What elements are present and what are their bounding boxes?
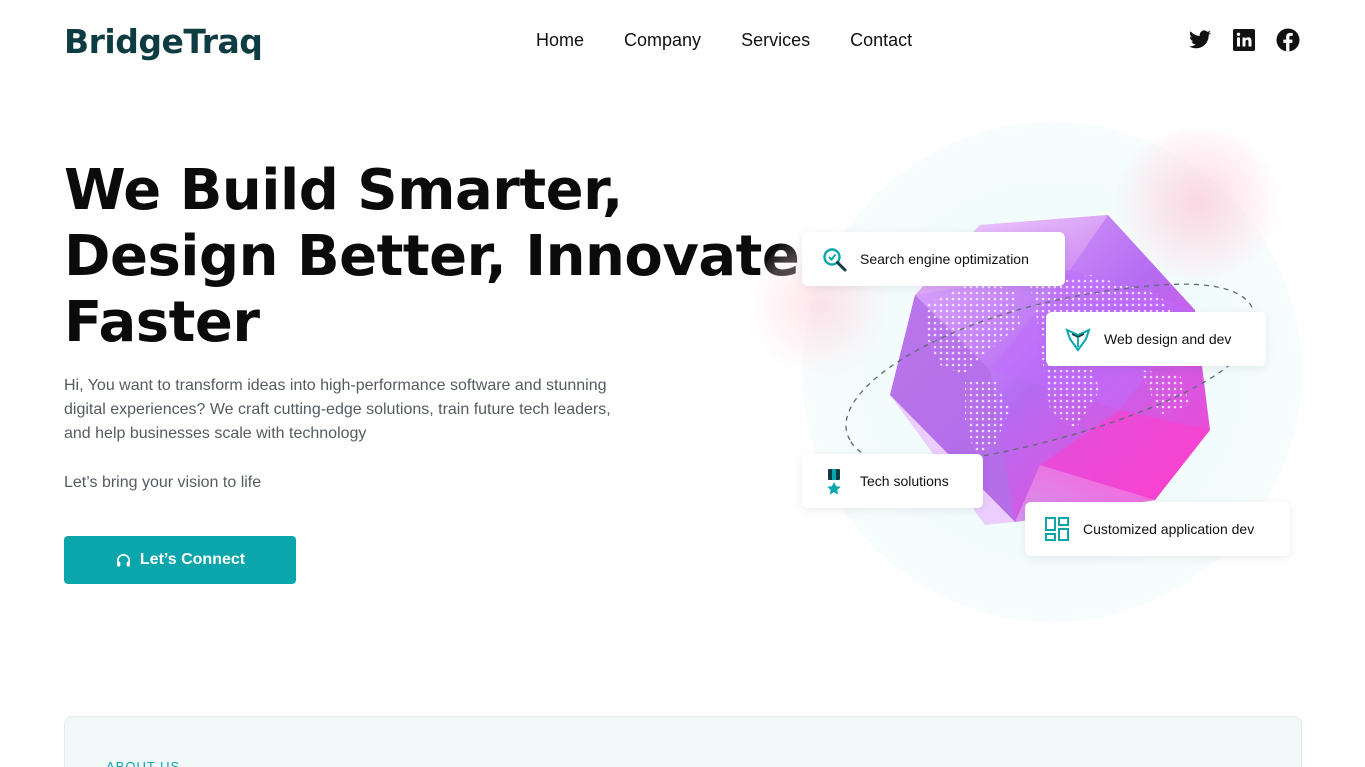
nav-contact[interactable]: Contact bbox=[850, 30, 912, 51]
hero-title: We Build Smarter, Design Better, Innovat… bbox=[64, 158, 800, 356]
service-card-custom-apps: Customized application dev bbox=[1025, 502, 1290, 556]
hero-title-line-2: Design Better, Innovate bbox=[64, 224, 800, 289]
cta-label: Let’s Connect bbox=[139, 551, 246, 568]
nav-home[interactable]: Home bbox=[536, 30, 584, 51]
nav-company[interactable]: Company bbox=[624, 30, 701, 51]
nav-services[interactable]: Services bbox=[741, 30, 810, 51]
service-card-web-design: Web design and dev bbox=[1046, 312, 1266, 366]
about-section: ABOUT US bbox=[64, 716, 1302, 767]
service-card-tech-solutions: Tech solutions bbox=[802, 454, 983, 508]
main-nav: Home Company Services Contact bbox=[536, 30, 912, 51]
hero-illustration bbox=[740, 110, 1340, 650]
web-design-icon bbox=[1065, 328, 1091, 352]
service-label-tech-solutions: Tech solutions bbox=[860, 473, 949, 489]
service-label-web-design: Web design and dev bbox=[1104, 331, 1232, 347]
service-label-custom-apps: Customized application dev bbox=[1083, 521, 1255, 537]
hero-description: Hi, You want to transform ideas into hig… bbox=[64, 377, 611, 442]
seo-magnifier-icon bbox=[823, 248, 847, 272]
hero-title-line-3: Faster bbox=[64, 290, 260, 355]
lets-connect-button[interactable]: Let’s Connect bbox=[64, 536, 296, 584]
facebook-icon[interactable] bbox=[1276, 28, 1300, 52]
service-label-seo: Search engine optimization bbox=[860, 251, 1029, 267]
service-card-seo: Search engine optimization bbox=[802, 232, 1065, 286]
social-links bbox=[1188, 28, 1300, 52]
twitter-icon[interactable] bbox=[1188, 28, 1212, 52]
hero-title-line-1: We Build Smarter, bbox=[64, 158, 623, 223]
linkedin-icon[interactable] bbox=[1232, 28, 1256, 52]
hero-subtext: Let’s bring your vision to life bbox=[64, 474, 262, 491]
about-label: ABOUT US bbox=[106, 759, 181, 767]
headphones-icon bbox=[116, 553, 130, 567]
crystal-globe-graphic bbox=[845, 215, 1256, 525]
grid-layout-icon bbox=[1045, 517, 1069, 541]
site-header: BridgeTraq Home Company Services Contact bbox=[0, 0, 1365, 84]
medal-icon bbox=[827, 469, 841, 495]
brand-logo[interactable]: BridgeTraq bbox=[64, 22, 263, 61]
